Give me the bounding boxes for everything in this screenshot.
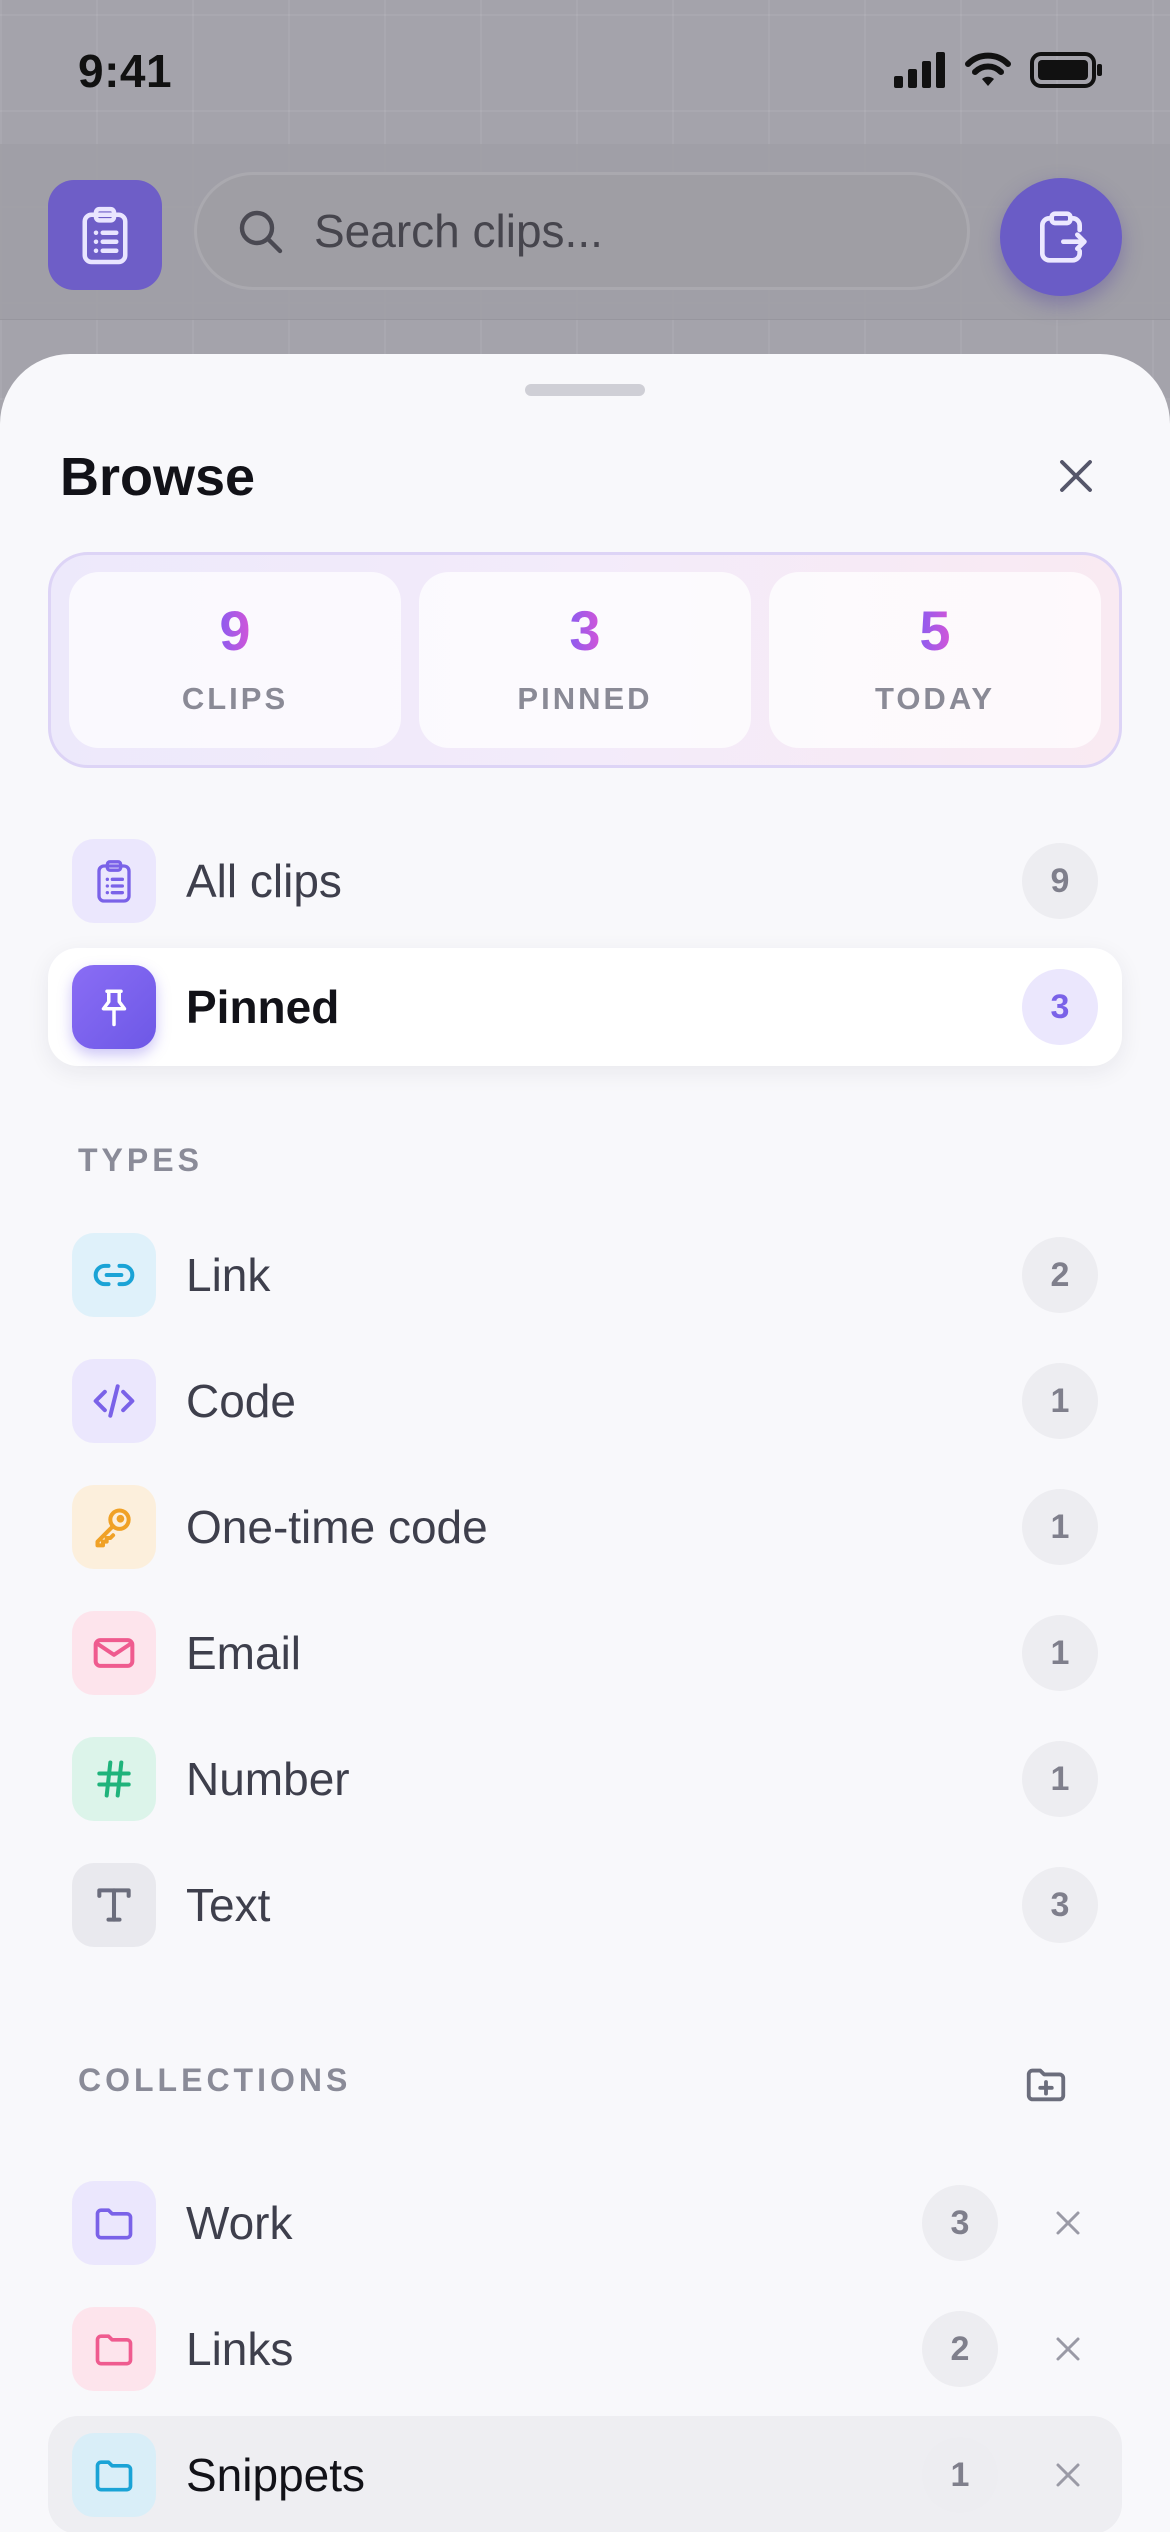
remove-collection-button[interactable]: [1038, 2445, 1098, 2505]
collection-item-snippets[interactable]: Snippets 1: [48, 2416, 1122, 2532]
row-icon-box: [72, 1737, 156, 1821]
battery-icon: [1030, 52, 1102, 88]
sheet-title: Browse: [60, 447, 256, 507]
hash-icon: [97, 1760, 131, 1798]
nav-item-type-email[interactable]: Email 1: [48, 1594, 1122, 1712]
row-label: Links: [186, 2323, 294, 2375]
row-label: All clips: [186, 855, 342, 907]
stat-label: CLIPS: [181, 681, 289, 716]
row-icon-box: [72, 1485, 156, 1569]
nav-item-type-number[interactable]: Number 1: [48, 1720, 1122, 1838]
stats-card: 9 CLIPS 3 PINNED 5 TODAY: [48, 552, 1122, 768]
mail-icon: [93, 1638, 135, 1668]
count-badge: 1: [1022, 1489, 1098, 1565]
count-badge: 2: [922, 2311, 998, 2387]
paste-button[interactable]: [1000, 178, 1122, 296]
row-label: Work: [186, 2197, 293, 2249]
row-icon-box: [72, 965, 156, 1049]
section-label-types: TYPES: [78, 1142, 203, 1178]
section-label-collections: COLLECTIONS: [78, 2062, 352, 2098]
close-icon: [1060, 460, 1092, 492]
stat-value: 3: [569, 599, 601, 662]
count-badge: 3: [1022, 969, 1098, 1045]
row-label: One-time code: [186, 1501, 488, 1553]
stat-value: 9: [219, 599, 251, 662]
stat-clips: 9 CLIPS: [69, 572, 401, 748]
count-badge: 1: [1022, 1741, 1098, 1817]
sheet-grabber[interactable]: [525, 384, 645, 396]
status-icons: [894, 52, 1104, 88]
pin-icon: [101, 989, 127, 1027]
clipboard-icon: [82, 206, 128, 265]
browse-sheet: Browse 9 CLIPS 3 PINNED 5 TODAY All clip…: [0, 354, 1170, 2532]
row-icon-box: [72, 1863, 156, 1947]
stat-label: TODAY: [874, 681, 996, 716]
remove-collection-button[interactable]: [1038, 2319, 1098, 2379]
signal-icon: [894, 52, 945, 88]
row-label: Email: [186, 1627, 302, 1679]
count-badge: 1: [1022, 1363, 1098, 1439]
row-icon-box: [72, 1359, 156, 1443]
nav-item-type-text[interactable]: Text 3: [48, 1846, 1122, 1964]
key-icon: [95, 1508, 131, 1548]
folder-plus-icon: [1026, 2068, 1066, 2102]
nav-item-type-link[interactable]: Link 2: [48, 1216, 1122, 1334]
count-badge: 2: [1022, 1237, 1098, 1313]
text-icon: [97, 1888, 131, 1922]
stat-label: PINNED: [517, 681, 653, 716]
row-icon-box: [72, 2307, 156, 2391]
nav-item-type-one-time-code[interactable]: One-time code 1: [48, 1468, 1122, 1586]
row-icon-box: [72, 2433, 156, 2517]
row-label: Pinned: [186, 981, 340, 1033]
count-badge: 1: [1022, 1615, 1098, 1691]
stat-pinned: 3 PINNED: [419, 572, 751, 748]
close-icon: [1056, 2337, 1080, 2361]
row-label: Number: [186, 1753, 350, 1805]
new-collection-button[interactable]: [1016, 2054, 1076, 2114]
collection-item-work[interactable]: Work 3: [48, 2164, 1122, 2282]
app-header: [0, 144, 1170, 320]
link-icon: [93, 1263, 135, 1287]
row-icon-box: [72, 1233, 156, 1317]
code-icon: [93, 1384, 135, 1418]
nav-item-pinned[interactable]: Pinned 3: [48, 948, 1122, 1066]
nav-item-all-clips[interactable]: All clips 9: [48, 822, 1122, 940]
nav-item-type-code[interactable]: Code 1: [48, 1342, 1122, 1460]
app-logo[interactable]: [48, 180, 162, 290]
folder-icon: [95, 2334, 133, 2366]
clipboard-icon: [97, 860, 131, 903]
status-bar: 9:41: [0, 0, 1170, 144]
folder-icon: [95, 2460, 133, 2492]
row-label: Link: [186, 1249, 271, 1301]
stat-value: 5: [919, 599, 951, 662]
status-time: 9:41: [78, 45, 173, 97]
close-icon: [1056, 2463, 1080, 2487]
count-badge: 1: [922, 2437, 998, 2513]
clipboard-export-icon: [1040, 211, 1087, 263]
row-label: Text: [186, 1879, 271, 1931]
count-badge: 3: [922, 2185, 998, 2261]
row-label: Code: [186, 1375, 296, 1427]
row-icon-box: [72, 2181, 156, 2265]
search-input[interactable]: [314, 204, 914, 258]
close-button[interactable]: [1046, 446, 1106, 506]
collection-item-links[interactable]: Links 2: [48, 2290, 1122, 2408]
remove-collection-button[interactable]: [1038, 2193, 1098, 2253]
count-badge: 3: [1022, 1867, 1098, 1943]
stat-today: 5 TODAY: [769, 572, 1101, 748]
close-icon: [1056, 2211, 1080, 2235]
search-bar[interactable]: [194, 172, 970, 290]
count-badge: 9: [1022, 843, 1098, 919]
folder-icon: [95, 2208, 133, 2240]
row-icon-box: [72, 1611, 156, 1695]
row-icon-box: [72, 839, 156, 923]
search-icon: [239, 210, 283, 254]
wifi-icon: [965, 52, 1011, 86]
row-label: Snippets: [186, 2449, 366, 2501]
